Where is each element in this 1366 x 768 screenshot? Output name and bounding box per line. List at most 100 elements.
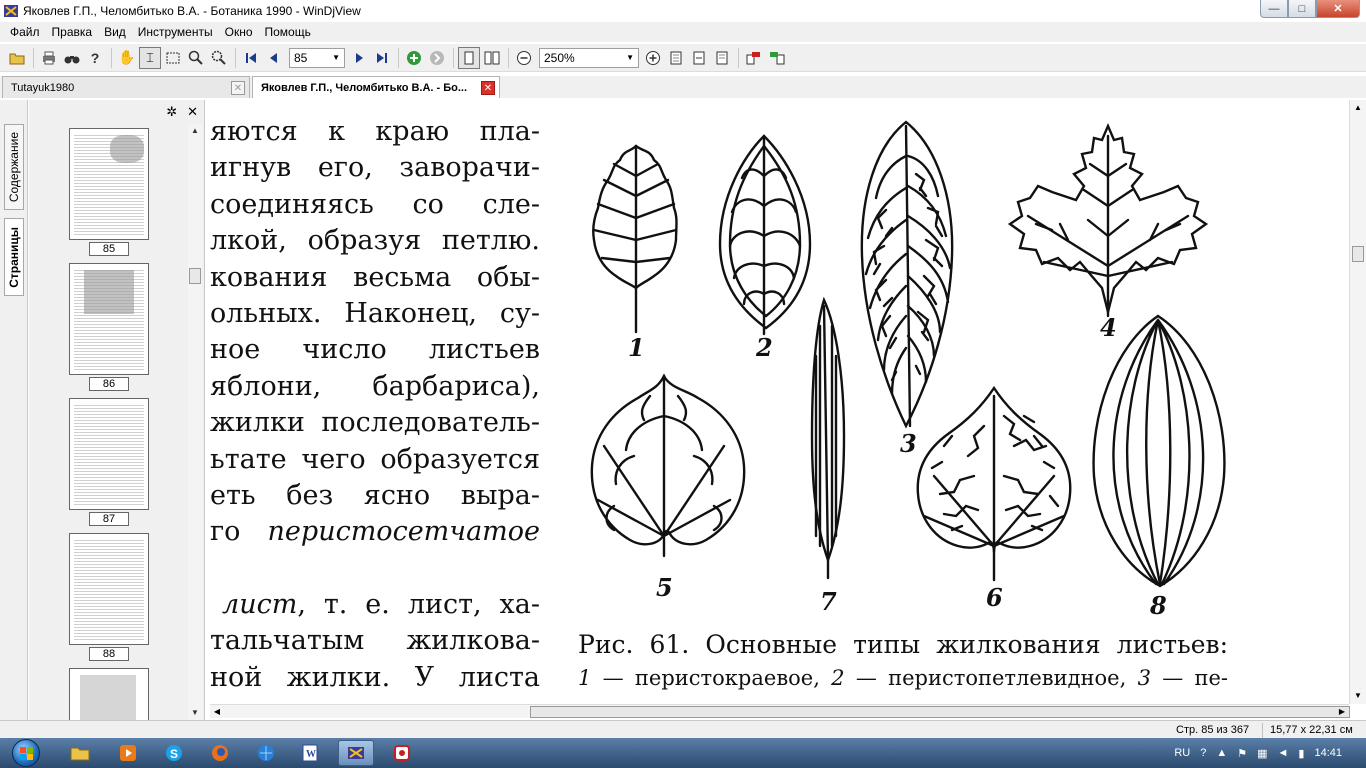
leaf-6: [916, 385, 1072, 582]
taskbar: S W RU ? ▲ ⚑ ▦ ◄ ▮ 14:41: [0, 738, 1366, 768]
browser-icon[interactable]: [248, 740, 284, 766]
close-icon[interactable]: ✕: [481, 81, 495, 95]
tab-tutayuk[interactable]: Tutayuk1980 ✕: [2, 76, 250, 98]
page-thumbnail[interactable]: [69, 128, 149, 240]
scroll-down-icon[interactable]: ▼: [1350, 688, 1366, 704]
zoom-out-icon[interactable]: [513, 47, 535, 69]
scroll-left-icon[interactable]: ◀: [210, 705, 224, 719]
text-line: лист, т. е. лист, ха-: [210, 587, 540, 623]
rotate-right-icon[interactable]: [766, 47, 788, 69]
language-indicator[interactable]: RU: [1174, 747, 1190, 759]
page-thumbnail[interactable]: [69, 668, 149, 720]
explorer-icon[interactable]: [62, 740, 98, 766]
actual-size-icon[interactable]: [711, 47, 733, 69]
close-icon[interactable]: ✕: [231, 81, 245, 95]
svg-text:S: S: [170, 747, 178, 761]
side-tab-strip: Содержание Страницы: [0, 100, 28, 720]
next-page-icon[interactable]: [348, 47, 370, 69]
zoom-in-icon[interactable]: [642, 47, 664, 69]
scroll-up-icon[interactable]: ▲: [1350, 100, 1366, 116]
text-line: яются к краю пла-: [210, 116, 540, 147]
close-button[interactable]: ✕: [1316, 0, 1360, 18]
find-icon[interactable]: [61, 47, 83, 69]
page-number-combo[interactable]: 85 ▼: [289, 47, 345, 68]
page-thumbnail[interactable]: [69, 398, 149, 510]
first-page-icon[interactable]: [240, 47, 262, 69]
figure-number: 3: [900, 429, 917, 458]
text-line: ольных. Наконец, су-: [210, 297, 540, 329]
caption-title: Рис. 61. Основные типы жилкования листье…: [578, 630, 1228, 659]
tab-botanika[interactable]: Яковлев Г.П., Челомбитько В.А. - Бо... ✕: [252, 76, 500, 98]
settings-icon[interactable]: ✲: [166, 104, 177, 120]
zoom-rect-icon[interactable]: [208, 47, 230, 69]
page-size-indicator: 15,77 x 22,31 см: [1270, 724, 1353, 736]
figure-number: 5: [656, 573, 673, 602]
tab-pages-label: Страницы: [7, 226, 21, 288]
tab-contents[interactable]: Содержание: [4, 124, 24, 210]
help-icon[interactable]: ?: [1200, 747, 1206, 759]
page-thumbnail[interactable]: [69, 263, 149, 375]
word-icon[interactable]: W: [292, 740, 328, 766]
prev-page-icon[interactable]: [263, 47, 285, 69]
network-icon[interactable]: ▦: [1257, 747, 1267, 760]
print-icon[interactable]: [38, 47, 60, 69]
document-view[interactable]: яются к краю пла- игнув его, заворачи- с…: [210, 100, 1349, 704]
close-icon[interactable]: ✕: [187, 104, 198, 120]
tray-arrow-icon[interactable]: ▲: [1216, 747, 1227, 759]
scroll-up-icon[interactable]: ▲: [188, 124, 202, 138]
app-icon[interactable]: [384, 740, 420, 766]
zoom-icon[interactable]: [185, 47, 207, 69]
italic-term: перистосетчатое: [267, 516, 540, 548]
fit-page-icon[interactable]: [665, 47, 687, 69]
document-horizontal-scrollbar[interactable]: ◀ ▶: [210, 704, 1350, 719]
scrollbar-thumb[interactable]: [530, 706, 1350, 718]
rotate-left-icon[interactable]: [743, 47, 765, 69]
leaf-5: [590, 373, 746, 558]
tab-pages[interactable]: Страницы: [4, 218, 24, 296]
caption-text: — перистопетлевидное,: [844, 666, 1138, 690]
thumbnail-scrollbar[interactable]: ▲ ▼: [188, 124, 202, 720]
menu-window[interactable]: Окно: [219, 25, 259, 39]
two-pages-icon[interactable]: [481, 47, 503, 69]
select-tool-icon[interactable]: ⌶: [139, 46, 161, 69]
power-icon[interactable]: ▮: [1298, 747, 1304, 760]
fit-width-icon[interactable]: [688, 47, 710, 69]
text-line: кования весьма обы-: [210, 261, 540, 293]
system-tray: RU ? ▲ ⚑ ▦ ◄ ▮ 14:41: [1174, 738, 1366, 768]
thumbnail-list[interactable]: 85 86 87 88: [29, 124, 189, 720]
minimize-button[interactable]: —: [1260, 0, 1288, 18]
back-icon[interactable]: [403, 47, 425, 69]
scroll-down-icon[interactable]: ▼: [188, 706, 202, 720]
leaf-8: [1092, 314, 1226, 588]
firefox-icon[interactable]: [202, 740, 238, 766]
scrollbar-thumb[interactable]: [1352, 246, 1364, 262]
help-icon[interactable]: ?: [84, 47, 106, 69]
single-page-icon[interactable]: [458, 46, 480, 69]
scrollbar-thumb[interactable]: [189, 268, 201, 284]
menu-file[interactable]: Файл: [4, 25, 46, 39]
maximize-button[interactable]: □: [1288, 0, 1316, 18]
menu-help[interactable]: Помощь: [259, 25, 317, 39]
media-player-icon[interactable]: [110, 740, 146, 766]
forward-icon[interactable]: [426, 47, 448, 69]
skype-icon[interactable]: S: [156, 740, 192, 766]
flag-icon[interactable]: ⚑: [1237, 747, 1247, 760]
volume-icon[interactable]: ◄: [1278, 747, 1289, 759]
last-page-icon[interactable]: [371, 47, 393, 69]
thumbnail-page-number: 88: [89, 647, 129, 661]
menu-tools[interactable]: Инструменты: [132, 25, 219, 39]
zoom-combo[interactable]: 250% ▼: [539, 47, 639, 68]
document-vertical-scrollbar[interactable]: ▲ ▼: [1349, 100, 1366, 704]
menu-view[interactable]: Вид: [98, 25, 132, 39]
clock[interactable]: 14:41: [1314, 747, 1342, 759]
windjview-task-icon[interactable]: [338, 740, 374, 766]
scroll-right-icon[interactable]: ▶: [1335, 705, 1349, 719]
open-icon[interactable]: [6, 47, 28, 69]
start-button[interactable]: [4, 738, 48, 768]
leaf-7: [810, 296, 846, 580]
text-line: го перистосетчатое: [210, 514, 540, 550]
menu-edit[interactable]: Правка: [46, 25, 99, 39]
hand-tool-icon[interactable]: ✋: [116, 47, 138, 69]
rect-select-icon[interactable]: [162, 47, 184, 69]
page-thumbnail[interactable]: [69, 533, 149, 645]
